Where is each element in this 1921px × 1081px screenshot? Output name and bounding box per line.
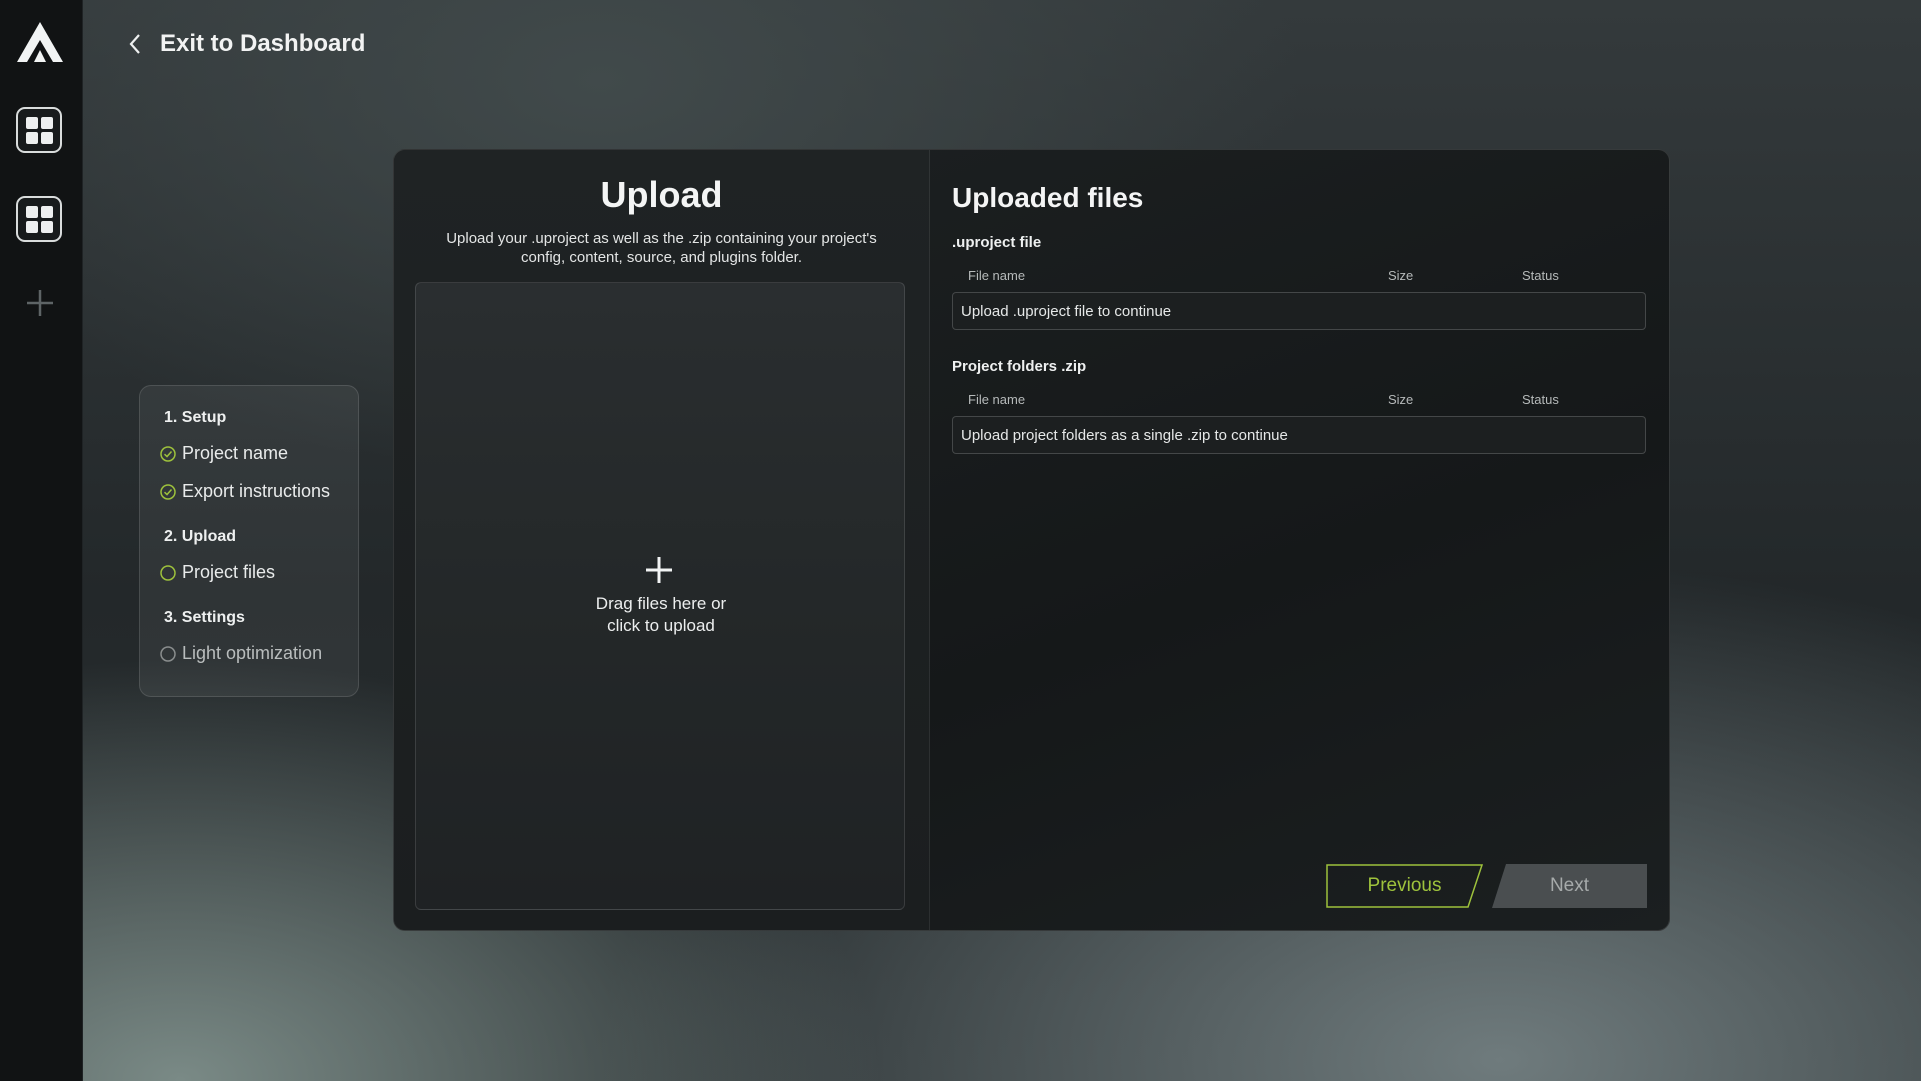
uproject-empty-row: Upload .uproject file to continue [952,292,1646,330]
next-label: Next [1549,875,1590,896]
sidebar [0,0,83,1081]
column-size: Size [1388,268,1414,283]
steps-panel: 1. Setup Project name Export instruction… [139,385,359,697]
check-circle-icon [160,445,176,462]
upload-card: Upload Upload your .uproject as well as … [393,149,1670,931]
zip-empty-text: Upload project folders as a single .zip … [961,426,1288,444]
plus-icon[interactable] [25,288,55,318]
upload-description: Upload your .uproject as well as the .zi… [446,230,877,266]
grid-icon [25,116,53,144]
dashboard-button[interactable] [16,107,62,153]
step-project-files[interactable]: Project files [160,562,275,583]
step-settings-heading: 3. Settings [164,609,245,626]
check-circle-icon [160,483,176,500]
column-status: Status [1522,268,1559,283]
column-file-name: File name [968,392,1026,407]
exit-to-dashboard-link[interactable]: Exit to Dashboard [128,30,365,58]
chevron-left-icon [129,34,140,54]
dropzone-text: Drag files here or click to upload [416,593,906,637]
step-label: Project files [182,562,276,582]
step-export-instructions[interactable]: Export instructions [160,481,330,502]
step-setup-heading: 1. Setup [164,409,227,426]
previous-button[interactable]: Previous [1326,864,1483,908]
uproject-section-label: .uproject file [952,234,1042,251]
zip-section-label: Project folders .zip [952,358,1087,375]
step-project-name[interactable]: Project name [160,443,288,464]
uploaded-files-title: Uploaded files [952,182,1144,213]
step-label: Light optimization [182,643,323,663]
step-upload-heading: 2. Upload [164,528,237,545]
file-dropzone[interactable]: Drag files here or click to upload [415,282,905,910]
logo-icon[interactable] [15,20,65,64]
previous-label: Previous [1367,875,1442,896]
plus-icon [646,557,672,583]
step-light-optimization[interactable]: Light optimization [160,643,322,664]
circle-icon [160,645,176,662]
column-file-name: File name [968,268,1026,283]
grid-icon [25,205,53,233]
column-status: Status [1522,392,1559,407]
dropzone-line2: click to upload [607,616,715,635]
dropzone-line1: Drag files here or [595,594,727,613]
column-size: Size [1388,392,1414,407]
upload-pane: Upload Upload your .uproject as well as … [394,150,930,930]
project-button[interactable] [16,196,62,242]
uproject-empty-text: Upload .uproject file to continue [961,302,1172,320]
back-label: Exit to Dashboard [160,30,366,57]
step-label: Project name [182,443,289,463]
zip-empty-row: Upload project folders as a single .zip … [952,416,1646,454]
circle-icon [160,564,176,581]
upload-title: Upload [600,174,723,215]
step-label: Export instructions [182,481,331,501]
next-button[interactable]: Next [1492,864,1647,908]
